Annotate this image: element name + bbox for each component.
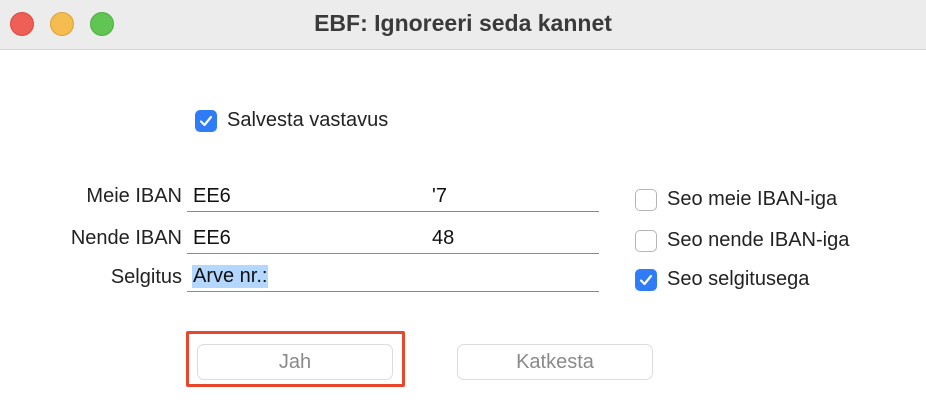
link-description-label: Seo selgitusega	[667, 268, 810, 290]
save-mapping-checkbox[interactable]	[195, 110, 217, 132]
link-their-iban-label: Seo nende IBAN-iga	[667, 229, 850, 251]
their-iban-label: Nende IBAN	[70, 227, 182, 249]
description-field[interactable]: Arve nr.:	[187, 262, 599, 292]
checkmark-icon	[639, 274, 653, 286]
title-bar: EBF: Ignoreeri seda kannet	[0, 0, 926, 50]
their-iban-value-end: 48	[432, 227, 455, 249]
their-iban-field[interactable]: EE6 48	[187, 224, 599, 254]
save-mapping-label: Salvesta vastavus	[227, 109, 389, 131]
link-their-iban-checkbox[interactable]	[635, 230, 657, 252]
checkmark-icon	[199, 115, 213, 127]
ok-button-highlight	[186, 331, 405, 387]
our-iban-label: Meie IBAN	[86, 185, 182, 207]
link-description-checkbox[interactable]	[635, 269, 657, 291]
window-title: EBF: Ignoreeri seda kannet	[314, 10, 612, 36]
our-iban-field[interactable]: EE6 '7	[187, 182, 599, 212]
our-iban-value-end: '7	[432, 185, 447, 207]
our-iban-value: EE6	[193, 185, 231, 207]
their-iban-value: EE6	[193, 227, 231, 249]
cancel-button[interactable]: Katkesta	[457, 344, 653, 380]
link-our-iban-checkbox[interactable]	[635, 189, 657, 211]
description-value: Arve nr.:	[192, 265, 269, 288]
link-our-iban-label: Seo meie IBAN-iga	[667, 188, 838, 210]
description-label: Selgitus	[110, 266, 182, 288]
